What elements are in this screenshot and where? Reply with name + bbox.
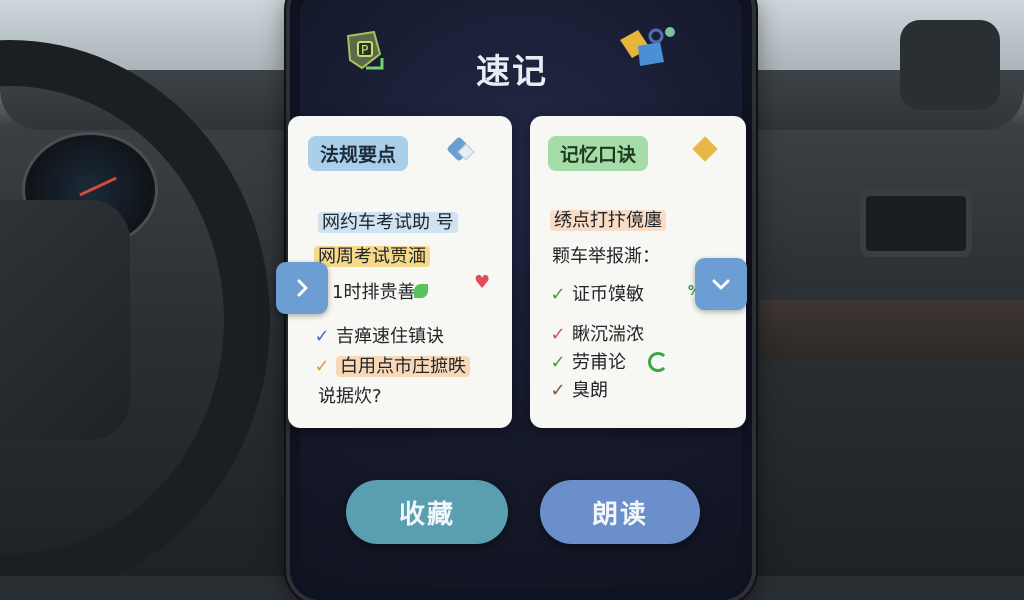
wood-trim xyxy=(760,300,1024,360)
check-icon: ✓ xyxy=(550,380,566,401)
note-line: 吉瘅速住镇诀 xyxy=(336,326,444,347)
diamond-icon xyxy=(692,136,718,162)
note-line: 瞅沉湍浓 xyxy=(572,324,644,345)
parking-shield-icon[interactable]: P xyxy=(340,28,388,76)
note-line: 劳甫论 xyxy=(572,352,626,373)
chevron-down-icon xyxy=(712,279,730,290)
check-icon: ✓ xyxy=(550,324,566,345)
note-line: 白用点市庄摭昳 xyxy=(336,356,470,377)
note-line: 证币馍敏 xyxy=(572,284,644,305)
note-line: 网周考试贾湎 xyxy=(314,246,430,267)
note-line: 颗车举报澌： xyxy=(552,246,660,267)
collect-button[interactable]: 收藏 xyxy=(346,480,508,544)
note-line: 网约车考试助 号 xyxy=(318,212,458,233)
chevron-right-icon xyxy=(297,279,308,297)
app-title: 速记 xyxy=(476,52,548,92)
shapes-cube-icon[interactable] xyxy=(616,22,678,78)
note-line: 说据炊? xyxy=(318,386,382,407)
leaf-icon xyxy=(414,284,428,298)
check-icon: ✓ xyxy=(314,326,330,347)
previous-card-button[interactable] xyxy=(276,262,328,314)
next-card-button[interactable] xyxy=(695,258,747,310)
check-icon: ✓ xyxy=(550,352,566,373)
heart-icon: ♥ xyxy=(474,272,491,293)
note-line: 臭朗 xyxy=(572,380,608,401)
refresh-icon xyxy=(648,352,668,372)
steering-wheel-hub xyxy=(0,200,130,440)
note-line: 绣点打抃傹廛 xyxy=(550,210,666,231)
card-tag: 记忆口诀 xyxy=(548,136,649,171)
air-vent xyxy=(860,190,972,257)
check-icon: ✓ xyxy=(550,284,566,305)
check-icon: ✓ xyxy=(314,356,330,377)
card-tag: 法规要点 xyxy=(308,136,409,171)
svg-text:P: P xyxy=(361,43,368,57)
read-aloud-button[interactable]: 朗读 xyxy=(540,480,700,544)
